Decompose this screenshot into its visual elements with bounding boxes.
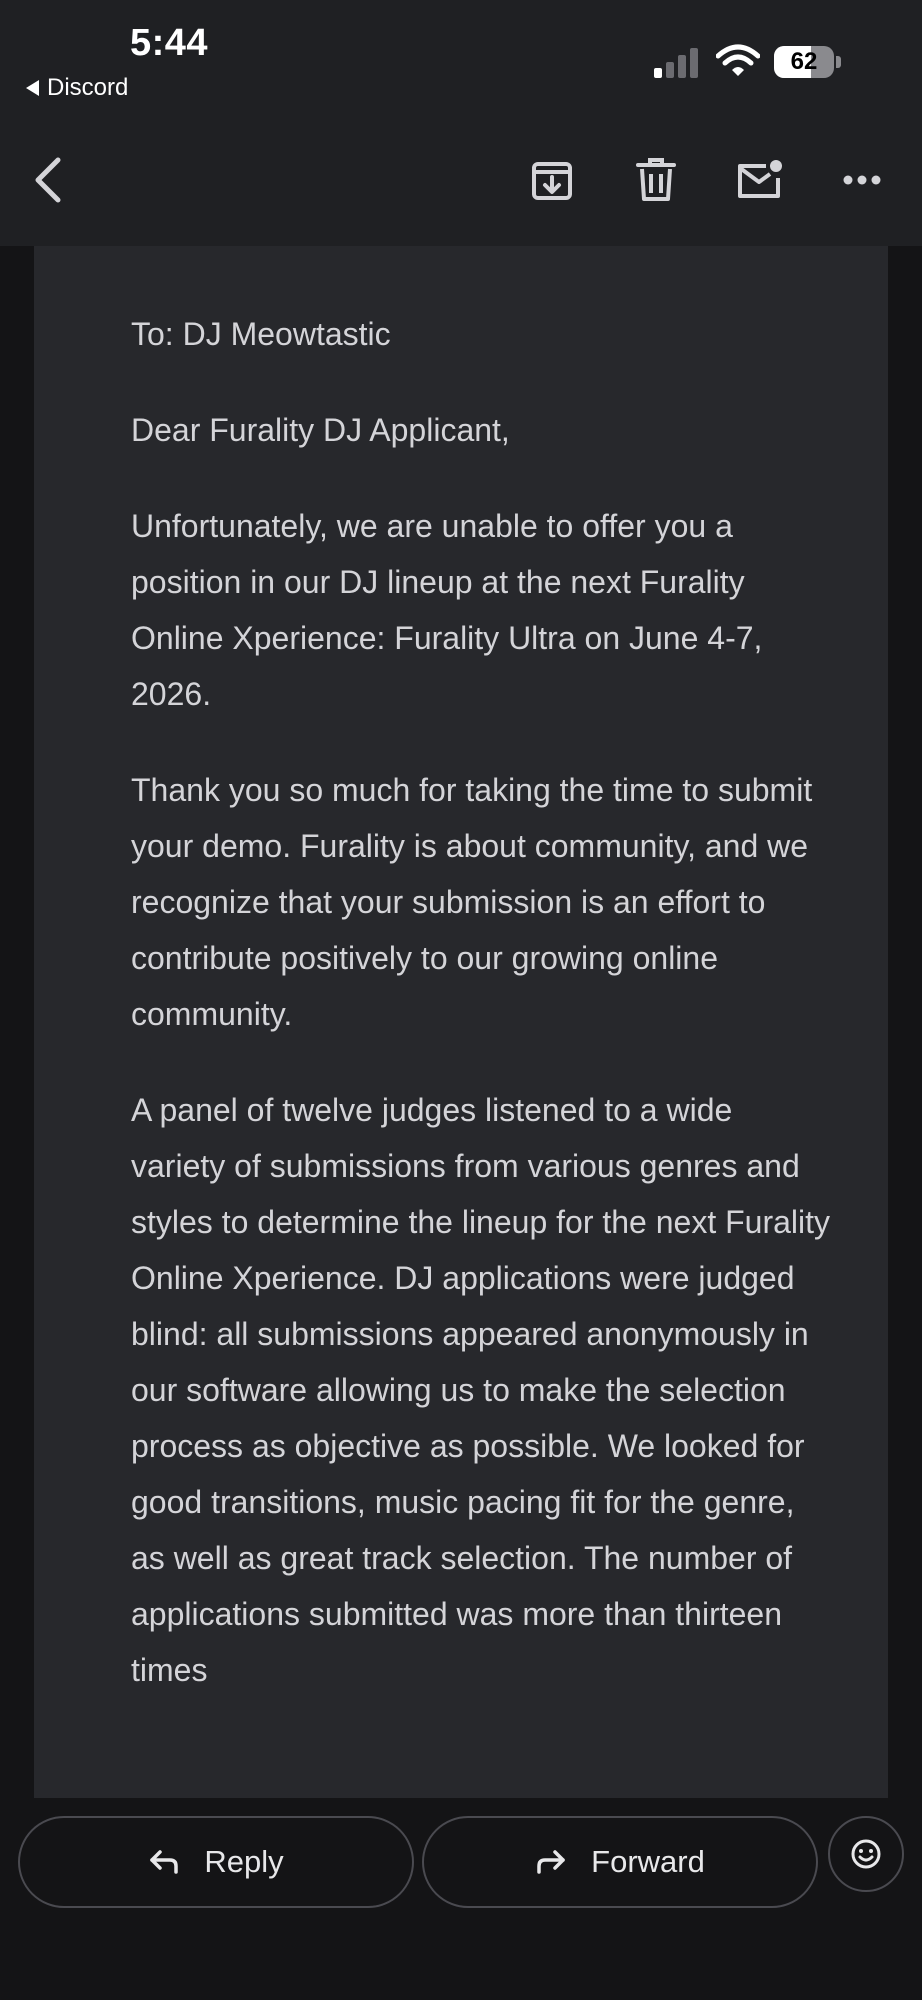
forward-button[interactable]: Forward (422, 1816, 818, 1908)
more-icon (843, 175, 881, 185)
reply-button[interactable]: Reply (18, 1816, 414, 1908)
mark-unread-icon (738, 160, 782, 198)
email-greeting: Dear Furality DJ Applicant, (131, 412, 510, 448)
wifi-icon (716, 44, 760, 76)
emoji-reaction-button[interactable] (828, 1816, 904, 1892)
back-app-label: Discord (47, 74, 129, 101)
email-paragraph: Unfortunately, we are unable to offer yo… (131, 508, 763, 712)
forward-icon (537, 1850, 565, 1874)
cellular-signal-icon (654, 48, 698, 78)
archive-button[interactable] (522, 150, 582, 210)
smiley-icon (851, 1839, 881, 1869)
trash-icon (636, 158, 676, 201)
email-body-card: To: DJ Meowtastic Dear Furality DJ Appli… (34, 246, 888, 1798)
more-button[interactable] (832, 150, 892, 210)
back-to-app-link[interactable]: Discord (26, 74, 128, 102)
battery-percent: 62 (790, 48, 818, 75)
reply-icon (150, 1850, 179, 1874)
bottom-action-bar: Reply Forward (0, 1798, 922, 2000)
forward-label: Forward (591, 1844, 705, 1879)
mark-unread-button[interactable] (730, 150, 790, 210)
battery-cap (836, 56, 841, 68)
reply-label: Reply (204, 1844, 284, 1879)
battery-body: 62 (774, 46, 834, 78)
email-to-line: To: DJ Meowtastic (131, 316, 391, 352)
delete-button[interactable] (626, 150, 686, 210)
email-paragraph: Thank you so much for taking the time to… (131, 772, 813, 1032)
archive-icon (532, 162, 572, 200)
email-paragraph: A panel of twelve judges listened to a w… (131, 1092, 831, 1688)
battery-indicator: 62 (774, 46, 842, 78)
back-chevron-icon (35, 157, 61, 203)
status-bar: 5:44 Discord 62 (0, 0, 922, 120)
back-triangle-icon (26, 80, 39, 96)
back-button[interactable] (18, 150, 78, 210)
email-toolbar (0, 120, 922, 246)
email-content: To: DJ Meowtastic Dear Furality DJ Appli… (131, 306, 831, 1738)
status-time: 5:44 (130, 22, 209, 64)
